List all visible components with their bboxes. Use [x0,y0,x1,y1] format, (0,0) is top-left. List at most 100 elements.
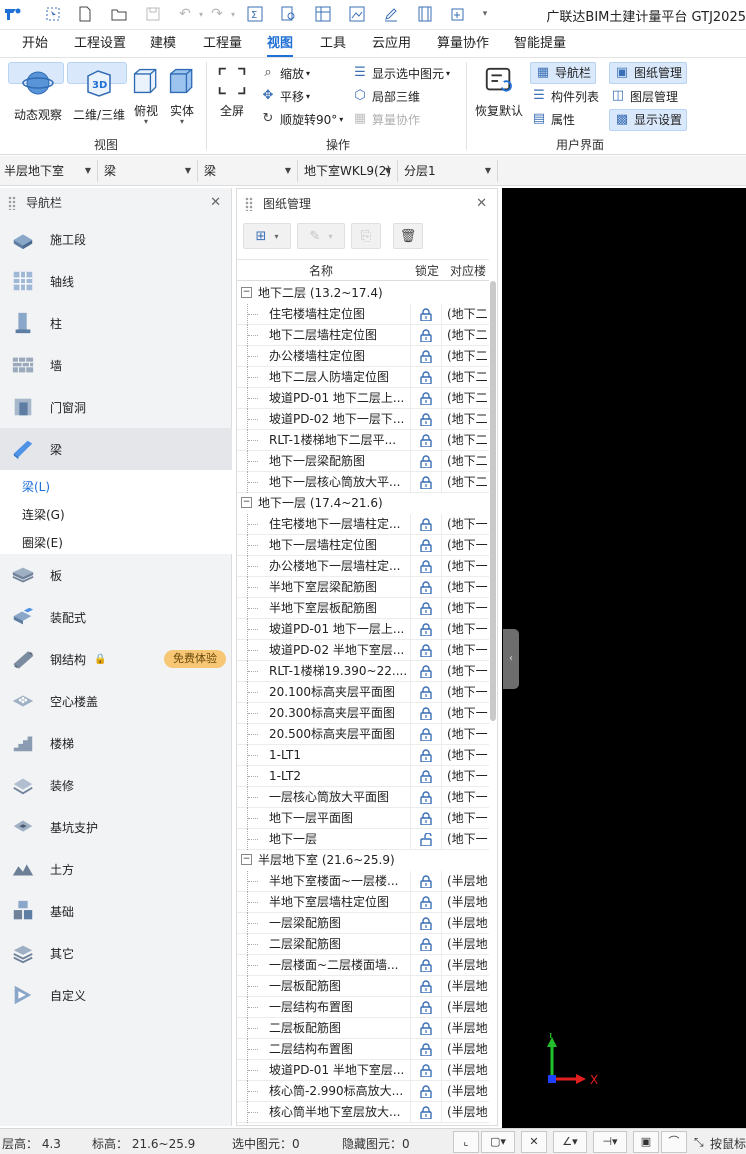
properties-toggle[interactable]: ▤ 属性 [531,109,575,129]
lock-icon[interactable] [410,955,442,976]
tab-smart-quantity[interactable]: 智能提量 [514,35,566,57]
collab-calc-button[interactable]: ▦ 算量协作 [352,109,420,129]
column-header-floor[interactable]: 对应楼 [450,260,486,282]
drawing-row[interactable]: 一层板配筋图 (半层地 [237,976,489,997]
drawing-row[interactable]: 地下二层人防墙定位图 (地下二 [237,367,489,388]
drawing-row[interactable]: 地下一层梁配筋图 (地下二 [237,451,489,472]
lock-icon[interactable] [410,472,442,493]
lock-icon[interactable] [410,1060,442,1081]
nav-item-foundation-pit[interactable]: 基坑支护 [0,806,232,848]
lock-icon[interactable] [410,556,442,577]
floor-group-row[interactable]: − 地下二层 (13.2~17.4) [237,283,489,304]
drawing-row[interactable]: 核心筒-2.990标高放大... (半层地 [237,1081,489,1102]
drawing-row[interactable]: 1-LT2 (地下一 [237,766,489,787]
add-drawing-button[interactable]: ⊞ ▾ [243,223,291,249]
component-select[interactable]: 地下室WKL9(2) ▼ [300,160,398,182]
nav-item-axis-grid[interactable]: 轴线 [0,260,232,302]
type-select[interactable]: 梁 ▼ [200,160,298,182]
lock-icon[interactable] [410,388,442,409]
nav-item-custom[interactable]: 自定义 [0,974,232,1016]
lock-icon[interactable] [410,619,442,640]
drawing-row[interactable]: 坡道PD-02 半地下室层... (地下一 [237,640,489,661]
drawing-row[interactable]: 一层梁配筋图 (半层地 [237,913,489,934]
tab-modeling[interactable]: 建模 [150,35,176,57]
drawing-row[interactable]: 地下一层墙柱定位图 (地下一 [237,535,489,556]
tab-cloud[interactable]: 云应用 [372,35,411,57]
drawing-row[interactable]: 坡道PD-01 地下二层上... (地下二 [237,388,489,409]
sublayer-select[interactable]: 分层1 ▼ [400,160,498,182]
scrollbar[interactable] [490,281,496,721]
category-select[interactable]: 梁 ▼ [100,160,198,182]
floor-group-row[interactable]: − 半层地下室 (21.6~25.9) [237,850,489,871]
pan-dropdown-icon[interactable]: ▾ [306,92,310,101]
drawing-row[interactable]: 地下二层墙柱定位图 (地下二 [237,325,489,346]
rotate-dropdown-icon[interactable]: ▾ [339,115,343,124]
drawing-row[interactable]: 20.500标高夹层平面图 (地下一 [237,724,489,745]
drawing-row[interactable]: 坡道PD-01 地下一层上... (地下一 [237,619,489,640]
lock-icon[interactable] [410,409,442,430]
drawing-row[interactable]: 二层板配筋图 (半层地 [237,1018,489,1039]
collapse-toggle-icon[interactable]: − [241,287,252,298]
drawing-row[interactable]: 20.100标高夹层平面图 (地下一 [237,682,489,703]
screen-icon[interactable]: ▣ [633,1131,659,1153]
tab-project-settings[interactable]: 工程设置 [74,35,126,57]
nav-item-column[interactable]: 柱 [0,302,232,344]
lock-icon[interactable] [410,913,442,934]
lock-icon[interactable] [410,1081,442,1102]
nav-item-earthwork[interactable]: 土方 [0,848,232,890]
snap-icon[interactable]: ⊣▾ [593,1131,627,1153]
lock-icon[interactable] [410,346,442,367]
collapse-toggle-icon[interactable]: − [241,854,252,865]
film-icon[interactable] [414,4,436,24]
drawing-row[interactable]: 一层结构布置图 (半层地 [237,997,489,1018]
nav-item-foundation[interactable]: 基础 [0,890,232,932]
top-view-dropdown-icon[interactable]: ▾ [130,117,162,126]
lock-icon[interactable] [410,934,442,955]
delete-drawing-button[interactable]: 🗑 [393,223,423,249]
close-icon[interactable]: ✕ [210,188,221,218]
drawing-row[interactable]: 办公楼地下一层墙柱定... (地下一 [237,556,489,577]
drawing-row[interactable]: 半地下室层墙柱定位图 (半层地 [237,892,489,913]
rotate-button[interactable]: ↻ 顺旋转90° ▾ [260,109,344,129]
floor-select[interactable]: 半层地下室 ▼ [0,160,98,182]
zoom-button[interactable]: ⌕ 缩放 ▾ [260,63,310,83]
nav-item-construction-section[interactable]: 施工段 [0,218,232,260]
zoom-dropdown-icon[interactable]: ▾ [306,69,310,78]
open-folder-icon[interactable] [108,4,130,24]
lock-icon[interactable] [410,535,442,556]
lock-icon[interactable] [410,640,442,661]
free-trial-badge[interactable]: 免费体验 [164,650,226,668]
ortho-mode-icon[interactable]: ⌞ [453,1131,479,1153]
navbar-toggle[interactable]: ▦ 导航栏 [530,62,597,84]
sum-icon[interactable]: Σ [244,4,266,24]
nav-subitem[interactable]: 梁(L) [22,478,50,495]
drawing-mgmt-toggle[interactable]: ▣ 图纸管理 [609,62,688,84]
lock-icon[interactable] [410,892,442,913]
lock-icon[interactable] [410,577,442,598]
solid-dropdown-icon[interactable]: ▾ [165,117,199,126]
drawing-row[interactable]: 半地下室层板配筋图 (地下一 [237,598,489,619]
lock-icon[interactable] [410,745,442,766]
pan-button[interactable]: ✥ 平移 ▾ [260,86,310,106]
image-icon[interactable] [346,4,368,24]
unlock-icon[interactable] [410,829,442,850]
column-header-lock[interactable]: 锁定 [415,260,439,282]
show-selected-dropdown-icon[interactable]: ▾ [446,69,450,78]
nav-item-prefab[interactable]: 装配式 [0,596,232,638]
show-selected-button[interactable]: ☰ 显示选中图元 ▾ [352,63,450,83]
drag-handle-icon[interactable] [8,196,16,210]
2d-3d-button[interactable]: 3D 二维/三维 [67,62,127,122]
nav-subitem[interactable]: 连梁(G) [22,506,65,523]
collapse-toggle-icon[interactable]: − [241,497,252,508]
lock-icon[interactable] [410,451,442,472]
edit-drawing-button[interactable]: ✎ ▾ [297,223,345,249]
drawing-row[interactable]: 一层楼面~二层楼面墙... (半层地 [237,955,489,976]
select-mode-icon[interactable]: ▢▾ [481,1131,515,1153]
close-icon[interactable]: ✕ [476,189,487,219]
solid-button[interactable]: 实体 ▾ [165,61,199,127]
nav-item-beam[interactable]: 梁 [0,428,232,470]
drawing-row[interactable]: 1-LT1 (地下一 [237,745,489,766]
lock-icon[interactable] [410,304,442,325]
top-view-button[interactable]: 俯视 ▾ [130,61,162,127]
redo-dropdown-icon[interactable]: ▾ [222,4,244,24]
